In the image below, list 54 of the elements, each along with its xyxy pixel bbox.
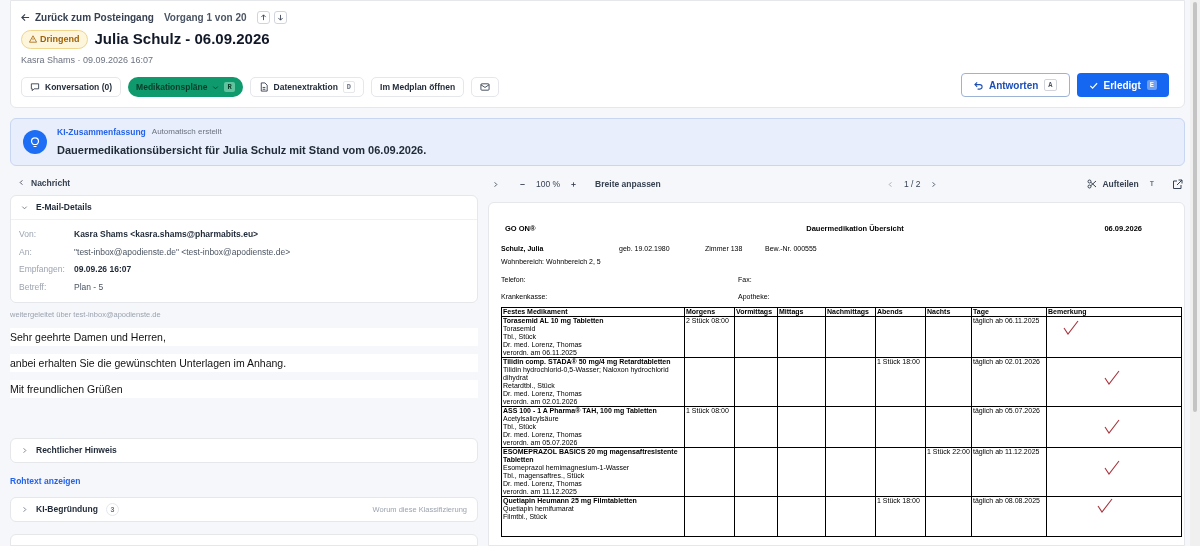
section-toggle[interactable]: E-Mail-Details: [11, 195, 477, 220]
field-value: 09.09.26 16:07: [74, 263, 133, 276]
chevron-right-icon: [930, 180, 938, 188]
chevron-right-icon: [21, 506, 28, 514]
check-icon: [1088, 80, 1098, 90]
urgent-badge: Dringend: [21, 29, 88, 49]
arrow-down-icon: [276, 14, 284, 21]
speech-bubble-icon: [30, 82, 40, 92]
tab[interactable]: [471, 77, 500, 97]
field-value: Plan - 5: [74, 281, 105, 294]
field-label: Empfangen:: [19, 263, 66, 276]
scissors-icon: [1087, 179, 1098, 189]
chevron-left-icon: [18, 179, 25, 187]
chevron-right-icon: [492, 180, 499, 188]
zoom-level: 100 %: [536, 177, 561, 191]
raw-text-link[interactable]: Rohtext anzeigen: [10, 474, 81, 488]
sender-meta: Kasra Shams · 09.09.2026 16:07: [21, 53, 155, 67]
reply-icon: [973, 80, 983, 90]
chevron-right-icon: [21, 446, 28, 454]
page-indicator: 1 / 2: [903, 177, 921, 191]
zoom-in-button[interactable]: [570, 180, 578, 188]
field-value: "test-inbox@apodienste.de" <test-inbox@apodienste.de>: [74, 245, 292, 259]
arrow-up-icon: [259, 14, 267, 21]
case-title: Julia Schulz - 06.09.2026: [94, 29, 270, 49]
case-position: Vorgang 1 von 20: [163, 11, 247, 25]
previous-button[interactable]: [256, 11, 270, 24]
fit-width-button[interactable]: Breite anpassen: [595, 177, 661, 191]
summary-note: Automatisch erstellt: [151, 126, 222, 139]
arrow-left-icon: [21, 13, 30, 22]
chevron-left-icon: [886, 180, 894, 188]
summary-label: KI-Zusammenfassung: [57, 125, 146, 139]
next-button[interactable]: [273, 11, 287, 24]
plus-icon: [570, 180, 578, 188]
field-label: An:: [19, 245, 33, 259]
back-button[interactable]: Nachricht: [10, 174, 478, 192]
collapsible-section[interactable]: Rechtlicher Hinweis: [10, 438, 478, 463]
chevron-down-icon: [212, 83, 220, 91]
field-label: Von:: [19, 227, 38, 241]
scrollbar[interactable]: [1190, 0, 1200, 546]
mail-icon: [480, 82, 491, 92]
chevron-down-icon: [21, 203, 28, 211]
document-icon: [258, 82, 269, 92]
back-link[interactable]: Zurück zum Posteingang: [21, 10, 154, 25]
next-page-button[interactable]: [930, 180, 938, 188]
open-external-button[interactable]: [1172, 178, 1183, 190]
external-link-icon: [1172, 178, 1183, 190]
summary-text: Dauermedikationsübersicht für Julia Schulz mit Stand vom 06.09.2026.: [57, 142, 427, 158]
field-label: Betreff:: [19, 281, 48, 294]
tab[interactable]: Konversation (0): [21, 77, 122, 97]
expand-button[interactable]: [492, 180, 499, 188]
tab[interactable]: Im Medplan öffnen: [371, 77, 465, 97]
field-value: Kasra Shams <kasra.shams@pharmabits.eu>: [74, 227, 260, 241]
lightbulb-icon: [23, 130, 47, 154]
warning-icon: [29, 35, 37, 44]
